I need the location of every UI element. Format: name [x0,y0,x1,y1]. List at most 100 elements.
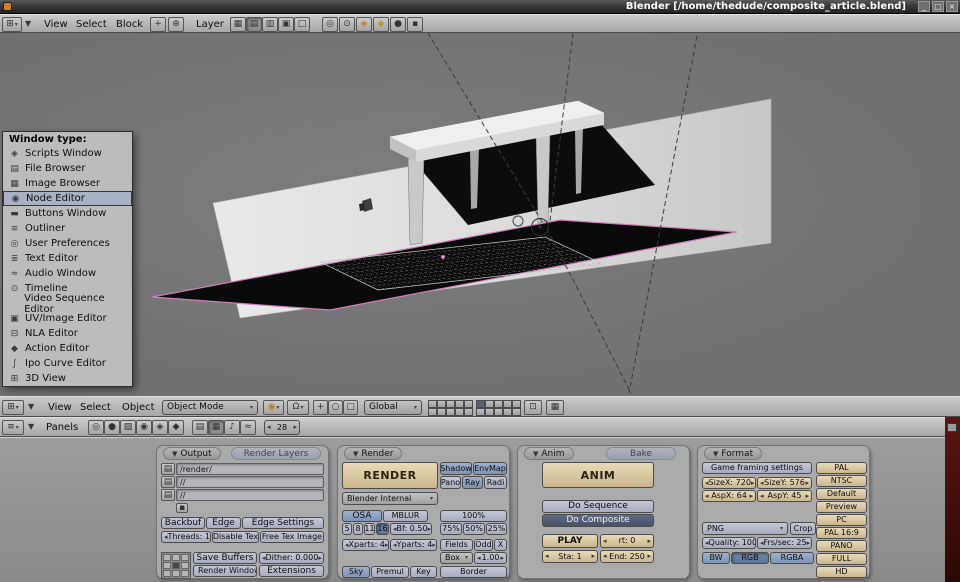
viewport-3d[interactable]: Window type: ◈Scripts Window ▤File Brows… [0,33,960,396]
layer-cell[interactable] [494,408,503,416]
yparts-field[interactable]: Yparts: 4 [390,539,437,551]
preset-pal169-button[interactable]: PAL 16:9 [816,527,867,539]
layer-toggle-5[interactable]: □ [294,17,310,32]
layer-cell[interactable] [485,408,494,416]
context-logic-button[interactable]: ▤ [192,420,208,435]
format-panel-tab[interactable]: ▼Format [704,447,762,460]
menu-item-scripts-window[interactable]: ◈Scripts Window [3,146,132,161]
proportional-edit-button[interactable]: ⊙ [339,17,355,32]
envmap-toggle[interactable]: EnvMap [473,462,507,475]
window-menu-icon[interactable] [3,2,12,11]
render-engine-dropdown[interactable]: Blender Internal▾ [342,492,438,505]
context-radiosity-button[interactable]: ◉ [136,420,152,435]
preset-preview-button[interactable]: Preview [816,501,867,513]
save-buffers-toggle[interactable]: Save Buffers [193,552,257,564]
layer-menu[interactable]: Layer [196,19,224,30]
menu-item-node-editor[interactable]: ◉Node Editor [3,191,132,206]
placement-cell[interactable] [163,570,171,577]
sky-toggle[interactable]: Sky [342,566,370,578]
layer-cell[interactable] [464,408,473,416]
placement-cell[interactable] [181,562,189,569]
size-25-button[interactable]: 25% [486,523,507,535]
ray-toggle[interactable]: Ray [462,476,483,489]
border-toggle[interactable]: Border [440,566,507,578]
placement-cell[interactable] [181,554,189,561]
preset-pal-button[interactable]: PAL [816,462,867,474]
layer-cell[interactable] [503,400,512,408]
render-window-dropdown[interactable]: Render Window▾ [193,565,257,577]
placement-cell-active[interactable] [172,562,180,569]
osa-8-toggle[interactable]: 8 [353,523,363,535]
edge-toggle[interactable]: Edge [206,517,241,529]
menu-item-3d-view[interactable]: ⊞3D View [3,371,132,386]
manipulator-rotate-toggle[interactable]: ○ [328,400,343,415]
mblur-toggle[interactable]: MBLUR [383,510,428,522]
orientation-dropdown[interactable]: Global▾ [364,400,422,415]
panels-menu[interactable]: Panels [46,422,78,433]
osa-toggle[interactable]: OSA [342,510,382,522]
layer-toggle-3[interactable]: ▥ [262,17,278,32]
buttons-editor-type-button[interactable]: ≡▾ [2,420,24,435]
minimize-button[interactable]: _ [918,1,930,12]
misc-header-button[interactable]: ▪ [407,17,423,32]
output-path3-browse-button[interactable]: ▤ [161,489,175,501]
pivot-dropdown[interactable]: Ω▾ [287,400,309,415]
menu-select[interactable]: Select [76,19,107,30]
placement-cell[interactable] [163,554,171,561]
extensions-toggle[interactable]: Extensions [259,565,324,577]
xparts-field[interactable]: Xparts: 4 [342,539,389,551]
current-frame-field[interactable]: 28 [264,420,300,435]
anim-button[interactable]: ANIM [542,462,654,488]
menu-item-user-preferences[interactable]: ◎User Preferences [3,236,132,251]
output-path2-browse-button[interactable]: ▤ [161,476,175,488]
context-sequencer-button[interactable]: ≈ [240,420,256,435]
context-object-button[interactable]: ◆ [168,420,184,435]
mode-dropdown[interactable]: Object Mode▾ [162,400,258,415]
menu-item-buttons-window[interactable]: ▬Buttons Window [3,206,132,221]
render-button[interactable]: RENDER [342,462,438,489]
placement-cell[interactable] [181,570,189,577]
shading-button[interactable]: ● [390,17,406,32]
viewport-collapse-button[interactable]: ▼ [28,403,34,411]
layer-toggle-4[interactable]: ▣ [278,17,294,32]
particle-mode-button[interactable]: ◈ [356,17,372,32]
odd-toggle[interactable]: Odd [474,539,493,551]
render-window-placement-grid[interactable] [161,552,191,579]
disable-tex-toggle[interactable]: Disable Tex [212,531,259,543]
snap-button[interactable]: ◎ [322,17,338,32]
layer-cell[interactable] [437,400,446,408]
rgba-toggle[interactable]: RGBA [770,552,814,564]
pan-view-button[interactable]: + [150,17,166,32]
window-type-button[interactable]: ⊞▾ [2,17,22,32]
size-75-button[interactable]: 75% [440,523,462,535]
menu-item-nla-editor[interactable]: ⊟NLA Editor [3,326,132,341]
pano-toggle[interactable]: Pano [440,476,461,489]
draw-type-dropdown[interactable]: ◉▾ [263,400,284,415]
asp-x-field[interactable]: AspX: 64 [702,490,756,502]
render-preview-button[interactable]: ▦ [546,400,564,415]
menu-item-audio-window[interactable]: ≈Audio Window [3,266,132,281]
anim-panel-tab[interactable]: ▼Anim [524,447,574,460]
backbuf-path-field[interactable]: // [176,476,324,488]
layer-cell[interactable] [437,408,446,416]
viewport-3d-scene[interactable] [0,33,960,396]
bf-field[interactable]: Bf: 0.50 [390,523,432,535]
menu-item-video-sequence-editor[interactable]: Video Sequence Editor [3,296,132,311]
rt-field[interactable]: rt: 0 [600,534,654,548]
osa-11-toggle[interactable]: 11 [364,523,375,535]
viewport-editor-type-button[interactable]: ⊞▾ [2,400,24,415]
edge-settings-button[interactable]: Edge Settings [242,517,324,529]
layer-cell[interactable] [476,408,485,416]
size-50-button[interactable]: 50% [463,523,485,535]
preset-pano-button[interactable]: PANO [816,540,867,552]
asp-y-field[interactable]: AspY: 45 [757,490,812,502]
menu-block[interactable]: Block [116,19,143,30]
layer-cell[interactable] [428,400,437,408]
keyframe-button[interactable]: ◆ [373,17,389,32]
threads-field[interactable]: Threads: 1 [161,531,211,543]
layer-cell[interactable] [494,400,503,408]
fields-toggle[interactable]: Fields [440,539,473,551]
ftype-path-field[interactable]: // [176,489,324,501]
fields-x-toggle[interactable]: X [494,539,507,551]
layer-cell[interactable] [512,408,521,416]
